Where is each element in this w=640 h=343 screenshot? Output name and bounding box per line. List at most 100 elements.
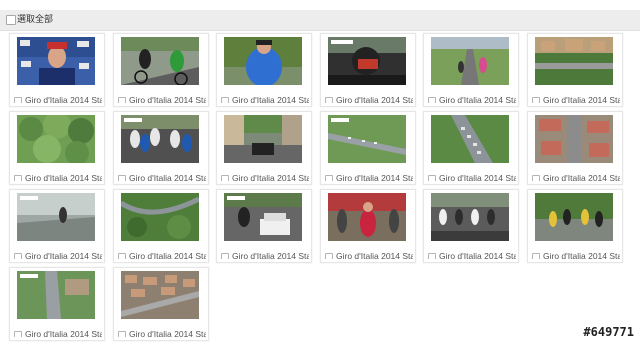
watermark: #649771	[583, 325, 634, 339]
thumbnail-caption: Giro d'Italia 2014 Sta	[428, 92, 516, 103]
item-title: Giro d'Italia 2014 Sta	[25, 329, 102, 337]
thumbnail-image[interactable]	[17, 193, 95, 241]
thumbnail-caption: Giro d'Italia 2014 Sta	[428, 248, 516, 259]
item-checkbox[interactable]	[118, 330, 126, 337]
thumbnail-image[interactable]	[121, 115, 199, 163]
video-thumbnail-card[interactable]: Giro d'Italia 2014 Sta	[527, 189, 623, 263]
item-checkbox[interactable]	[221, 174, 229, 181]
thumbnail-caption: Giro d'Italia 2014 Sta	[14, 248, 102, 259]
thumbnail-image[interactable]	[535, 37, 613, 85]
item-title: Giro d'Italia 2014 Sta	[543, 251, 620, 259]
thumbnail-image[interactable]	[431, 115, 509, 163]
item-checkbox[interactable]	[14, 330, 22, 337]
video-thumbnail-card[interactable]: Giro d'Italia 2014 Sta	[423, 111, 519, 185]
video-thumbnail-card[interactable]: Giro d'Italia 2014 Sta	[113, 111, 209, 185]
thumbnail-caption: Giro d'Italia 2014 Sta	[14, 92, 102, 103]
item-title: Giro d'Italia 2014 Sta	[232, 95, 309, 103]
video-thumbnail-card[interactable]: Giro d'Italia 2014 Sta	[9, 33, 105, 107]
item-checkbox[interactable]	[532, 252, 540, 259]
item-checkbox[interactable]	[532, 174, 540, 181]
item-checkbox[interactable]	[532, 96, 540, 103]
thumbnail-image[interactable]	[224, 37, 302, 85]
thumbnail-image[interactable]	[121, 37, 199, 85]
select-all-label[interactable]: 選取全部	[17, 14, 53, 25]
video-thumbnail-card[interactable]: Giro d'Italia 2014 Sta	[9, 111, 105, 185]
item-title: Giro d'Italia 2014 Sta	[129, 251, 206, 259]
thumbnail-image[interactable]	[535, 115, 613, 163]
thumbnail-image[interactable]	[121, 271, 199, 319]
thumbnail-caption: Giro d'Italia 2014 Sta	[221, 248, 309, 259]
item-title: Giro d'Italia 2014 Sta	[129, 95, 206, 103]
thumbnail-caption: Giro d'Italia 2014 Sta	[118, 170, 206, 181]
item-title: Giro d'Italia 2014 Sta	[232, 251, 309, 259]
item-checkbox[interactable]	[428, 96, 436, 103]
video-thumbnail-card[interactable]: Giro d'Italia 2014 Sta	[320, 33, 416, 107]
item-title: Giro d'Italia 2014 Sta	[129, 329, 206, 337]
video-thumbnail-card[interactable]: Giro d'Italia 2014 Sta	[9, 267, 105, 341]
video-thumbnail-card[interactable]: Giro d'Italia 2014 Sta	[113, 267, 209, 341]
thumbnail-image[interactable]	[535, 193, 613, 241]
thumbnail-image[interactable]	[431, 193, 509, 241]
item-checkbox[interactable]	[14, 252, 22, 259]
video-thumbnail-card[interactable]: Giro d'Italia 2014 Sta	[113, 33, 209, 107]
thumbnail-image[interactable]	[17, 115, 95, 163]
thumbnail-image[interactable]	[328, 115, 406, 163]
thumbnail-image[interactable]	[121, 193, 199, 241]
item-title: Giro d'Italia 2014 Sta	[25, 251, 102, 259]
video-thumbnail-card[interactable]: Giro d'Italia 2014 Sta	[216, 111, 312, 185]
item-checkbox[interactable]	[325, 252, 333, 259]
item-checkbox[interactable]	[118, 96, 126, 103]
video-thumbnail-card[interactable]: Giro d'Italia 2014 Sta	[320, 111, 416, 185]
item-checkbox[interactable]	[118, 174, 126, 181]
thumbnail-image[interactable]	[224, 193, 302, 241]
item-checkbox[interactable]	[428, 252, 436, 259]
select-all-checkbox[interactable]	[6, 15, 16, 25]
thumbnail-caption: Giro d'Italia 2014 Sta	[14, 170, 102, 181]
thumbnail-image[interactable]	[224, 115, 302, 163]
video-thumbnail-card[interactable]: Giro d'Italia 2014 Sta	[527, 111, 623, 185]
video-thumbnail-card[interactable]: Giro d'Italia 2014 Sta	[9, 189, 105, 263]
item-title: Giro d'Italia 2014 Sta	[25, 95, 102, 103]
item-title: Giro d'Italia 2014 Sta	[439, 95, 516, 103]
thumbnail-caption: Giro d'Italia 2014 Sta	[221, 170, 309, 181]
thumbnail-image[interactable]	[328, 193, 406, 241]
video-thumbnail-card[interactable]: Giro d'Italia 2014 Sta	[216, 33, 312, 107]
thumbnail-caption: Giro d'Italia 2014 Sta	[532, 248, 620, 259]
item-title: Giro d'Italia 2014 Sta	[336, 95, 413, 103]
item-checkbox[interactable]	[221, 96, 229, 103]
thumbnail-caption: Giro d'Italia 2014 Sta	[221, 92, 309, 103]
thumbnail-caption: Giro d'Italia 2014 Sta	[532, 170, 620, 181]
item-checkbox[interactable]	[118, 252, 126, 259]
item-checkbox[interactable]	[325, 96, 333, 103]
thumbnail-caption: Giro d'Italia 2014 Sta	[118, 248, 206, 259]
item-title: Giro d'Italia 2014 Sta	[543, 95, 620, 103]
video-thumbnail-card[interactable]: Giro d'Italia 2014 Sta	[527, 33, 623, 107]
thumbnail-caption: Giro d'Italia 2014 Sta	[118, 92, 206, 103]
item-title: Giro d'Italia 2014 Sta	[129, 173, 206, 181]
video-thumbnail-card[interactable]: Giro d'Italia 2014 Sta	[423, 33, 519, 107]
thumbnail-caption: Giro d'Italia 2014 Sta	[325, 248, 413, 259]
item-checkbox[interactable]	[325, 174, 333, 181]
thumbnail-caption: Giro d'Italia 2014 Sta	[118, 326, 206, 337]
item-checkbox[interactable]	[221, 252, 229, 259]
thumbnail-caption: Giro d'Italia 2014 Sta	[532, 92, 620, 103]
item-checkbox[interactable]	[14, 174, 22, 181]
item-title: Giro d'Italia 2014 Sta	[336, 251, 413, 259]
thumbnail-image[interactable]	[328, 37, 406, 85]
video-thumbnail-card[interactable]: Giro d'Italia 2014 Sta	[423, 189, 519, 263]
video-thumbnail-card[interactable]: Giro d'Italia 2014 Sta	[320, 189, 416, 263]
video-thumbnail-card[interactable]: Giro d'Italia 2014 Sta	[113, 189, 209, 263]
thumbnail-image[interactable]	[17, 271, 95, 319]
item-checkbox[interactable]	[428, 174, 436, 181]
video-thumbnail-card[interactable]: Giro d'Italia 2014 Sta	[216, 189, 312, 263]
item-title: Giro d'Italia 2014 Sta	[439, 251, 516, 259]
thumbnail-image[interactable]	[431, 37, 509, 85]
item-checkbox[interactable]	[14, 96, 22, 103]
item-title: Giro d'Italia 2014 Sta	[336, 173, 413, 181]
thumbnail-image[interactable]	[17, 37, 95, 85]
item-title: Giro d'Italia 2014 Sta	[543, 173, 620, 181]
thumbnail-caption: Giro d'Italia 2014 Sta	[325, 170, 413, 181]
thumbnail-caption: Giro d'Italia 2014 Sta	[428, 170, 516, 181]
item-title: Giro d'Italia 2014 Sta	[439, 173, 516, 181]
select-all-bar: 選取全部	[0, 10, 640, 31]
